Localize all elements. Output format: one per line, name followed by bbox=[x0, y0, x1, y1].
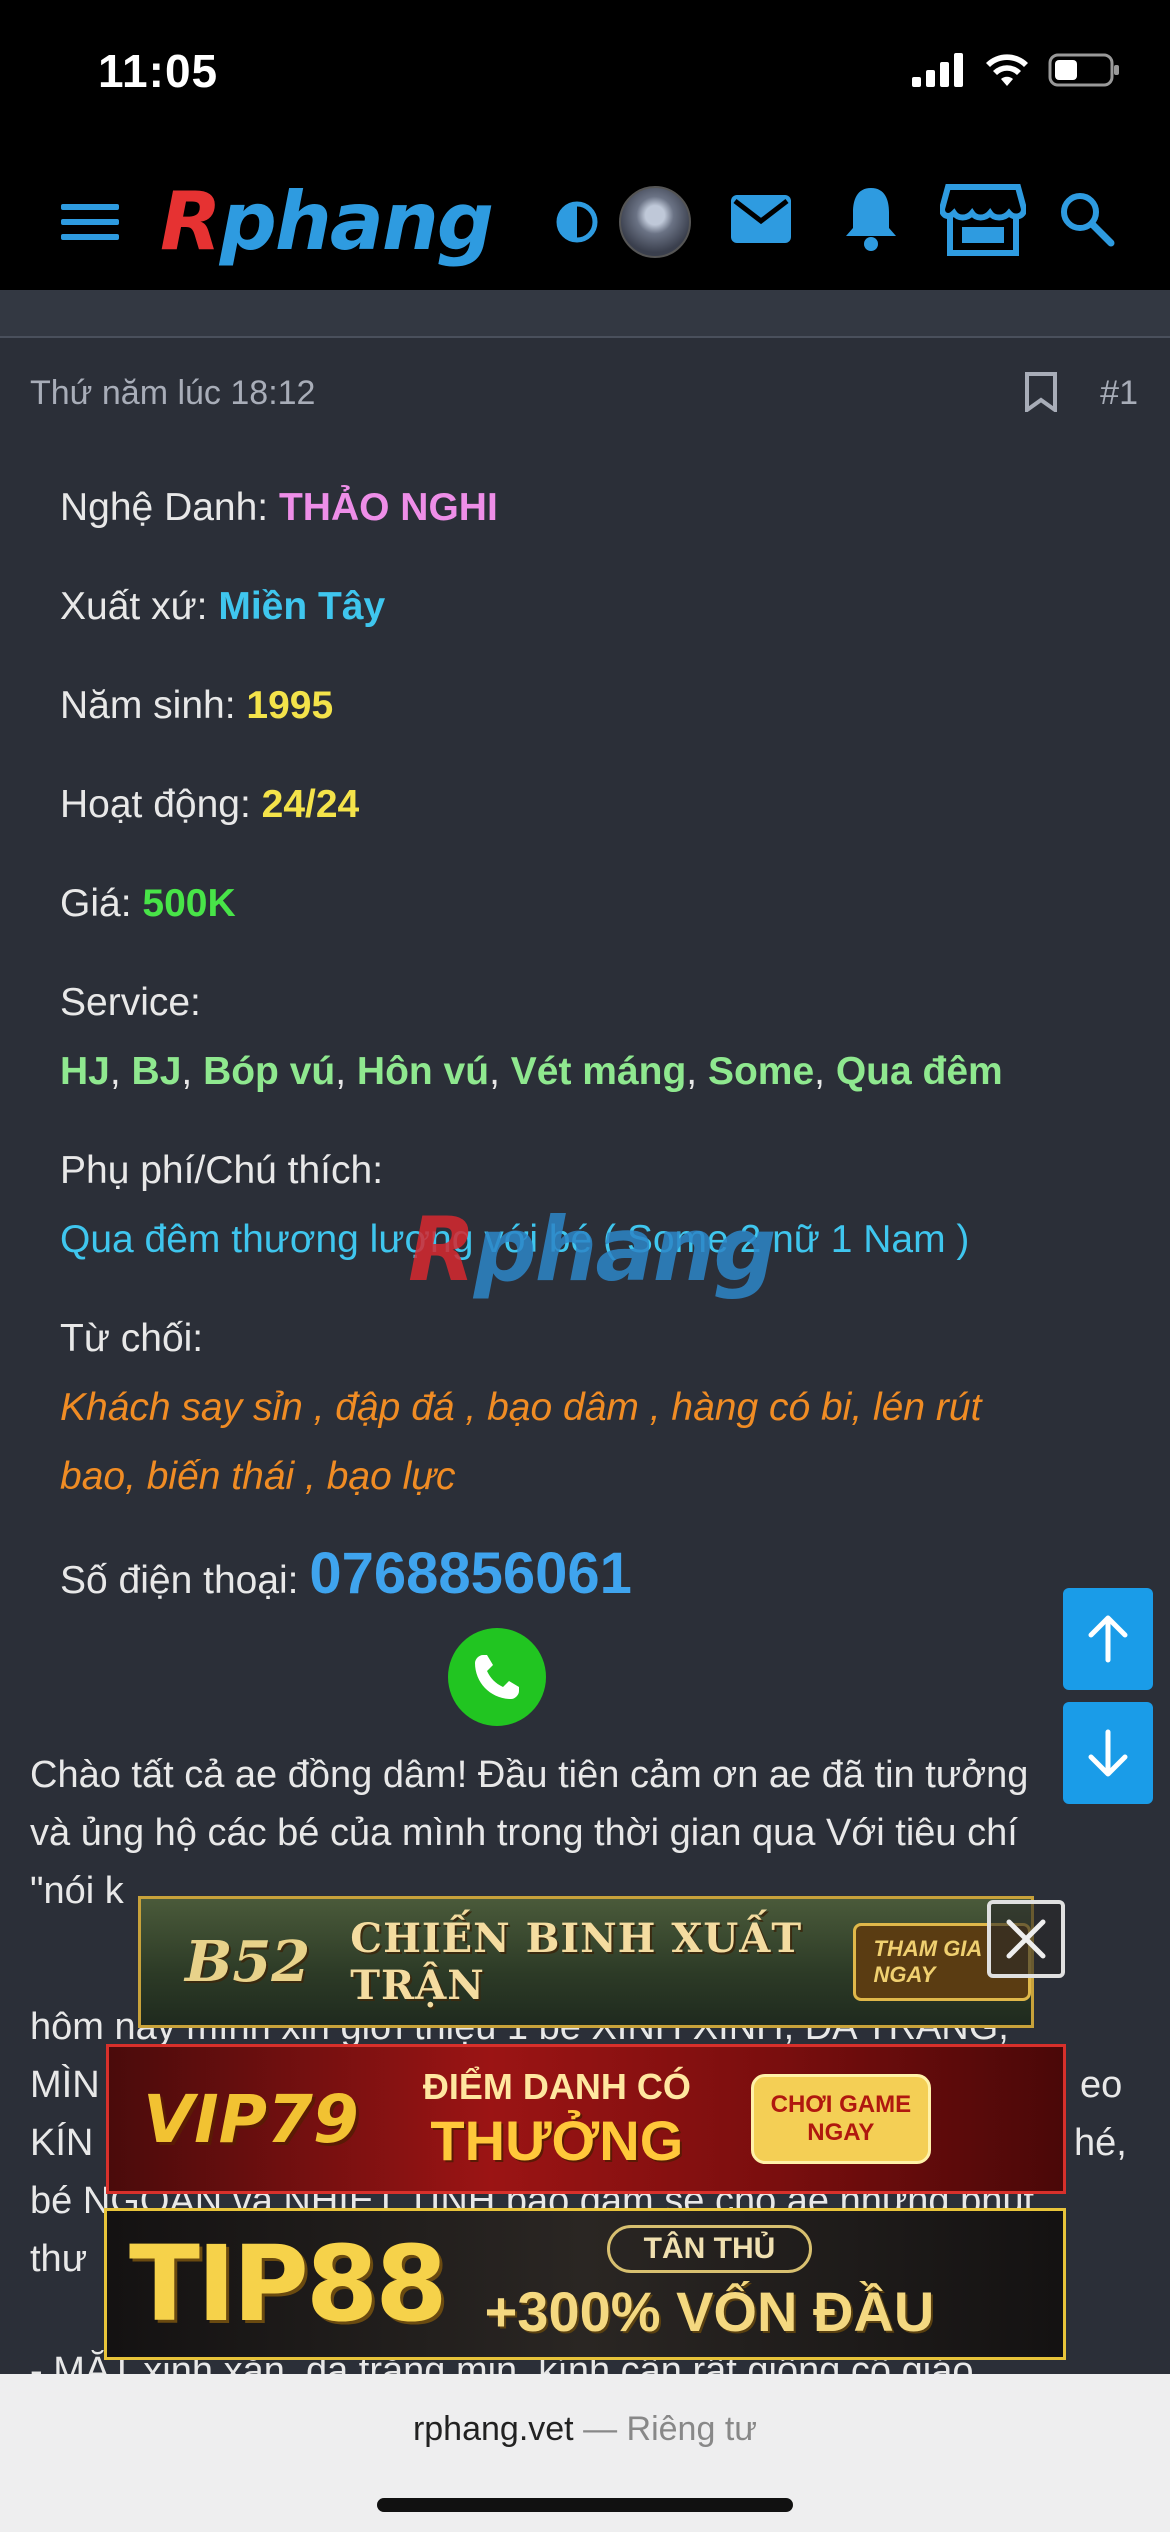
status-icons bbox=[912, 52, 1120, 88]
body-line: eo bbox=[1080, 2064, 1123, 2106]
stage-name-value: THẢO NGHI bbox=[278, 486, 498, 529]
services-line: HJ, BJ, Bóp vú, Hôn vú, Vét máng, Some, … bbox=[60, 1050, 1003, 1093]
service-item: Vét máng bbox=[510, 1050, 687, 1093]
b52-logo: B52 bbox=[185, 1929, 311, 1995]
url-display[interactable]: rphang.vet — Riêng tư bbox=[0, 2410, 1170, 2449]
close-ad-button[interactable] bbox=[987, 1900, 1065, 1978]
price-line: Giá: 500K bbox=[60, 882, 236, 925]
active-line: Hoạt động: 24/24 bbox=[60, 783, 360, 826]
avatar bbox=[619, 186, 691, 258]
vip-logo: VIP79 bbox=[143, 2080, 359, 2158]
battery-icon bbox=[1048, 53, 1119, 87]
mail-icon[interactable] bbox=[728, 186, 794, 252]
body-line: "nói k bbox=[30, 1870, 124, 1912]
ad-banner-tip88[interactable]: TIP88 TÂN THỦ +300% VỐN ĐẦU bbox=[104, 2208, 1066, 2360]
b52-headline: CHIẾN BINH XUẤT TRẬN bbox=[350, 1915, 803, 2009]
body-line: thư bbox=[30, 2238, 88, 2280]
extra-label: Phụ phí/Chú thích: bbox=[60, 1149, 384, 1192]
status-bar: 11:05 bbox=[0, 0, 1170, 150]
search-icon[interactable] bbox=[1054, 186, 1118, 250]
body-line: hé, bbox=[1074, 2122, 1127, 2164]
birth-line: Năm sinh: 1995 bbox=[60, 684, 334, 727]
vip-headline: ĐIỂM DANH CÓ THƯỞNG bbox=[422, 2065, 691, 2172]
reject-line-1: Khách say sỉn , đập đá , bạo dâm , hàng … bbox=[60, 1386, 982, 1429]
service-label: Service: bbox=[60, 981, 201, 1024]
site-logo[interactable]: Rphang bbox=[160, 175, 494, 268]
ad-banner-vip79[interactable]: VIP79 ĐIỂM DANH CÓ THƯỞNG CHƠI GAME NGAY bbox=[106, 2044, 1066, 2194]
tip-offer: TÂN THỦ +300% VỐN ĐẦU bbox=[484, 2224, 935, 2344]
origin-value: Miền Tây bbox=[218, 585, 386, 628]
arrow-down-icon bbox=[1088, 1729, 1128, 1777]
phone-line: Số điện thoại: 0768856061 bbox=[60, 1541, 632, 1606]
call-button[interactable] bbox=[448, 1628, 546, 1726]
scroll-top-button[interactable] bbox=[1063, 1588, 1153, 1690]
home-indicator[interactable] bbox=[377, 2498, 793, 2512]
post-timestamp[interactable]: Thứ năm lúc 18:12 bbox=[30, 374, 315, 413]
body-line: và ủng hộ các bé của mình trong thời gia… bbox=[30, 1812, 1018, 1854]
service-item: HJ bbox=[60, 1050, 110, 1093]
close-icon bbox=[1006, 1919, 1046, 1959]
price-value: 500K bbox=[142, 882, 236, 925]
store-icon[interactable] bbox=[938, 180, 1028, 260]
body-line: Chào tất cả ae đồng dâm! Đầu tiên cảm ơn… bbox=[30, 1754, 1029, 1796]
arrow-up-icon bbox=[1088, 1615, 1128, 1663]
tip-logo: TIP88 bbox=[129, 2223, 448, 2345]
service-item: Hôn vú bbox=[356, 1050, 490, 1093]
service-item: Bóp vú bbox=[203, 1050, 336, 1093]
vip-cta: CHƠI GAME NGAY bbox=[750, 2074, 931, 2164]
active-value: 24/24 bbox=[261, 783, 360, 826]
tip-badge: TÂN THỦ bbox=[606, 2224, 813, 2273]
reject-line-2: bao, biến thái , bạo lực bbox=[60, 1455, 456, 1498]
theme-toggle-icon[interactable] bbox=[552, 192, 602, 252]
user-avatar[interactable] bbox=[617, 184, 693, 260]
watermark-logo: Rphang bbox=[408, 1198, 776, 1301]
scroll-bottom-button[interactable] bbox=[1063, 1702, 1153, 1804]
phone-number[interactable]: 0768856061 bbox=[309, 1541, 632, 1606]
post-number[interactable]: #1 bbox=[1100, 374, 1138, 413]
bell-icon[interactable] bbox=[838, 180, 904, 256]
body-line: MÌN bbox=[30, 2064, 100, 2106]
section-divider bbox=[0, 290, 1170, 338]
signal-icon bbox=[912, 53, 963, 87]
ad-banner-b52[interactable]: B52 CHIẾN BINH XUẤT TRẬN THAM GIA NGAY bbox=[138, 1896, 1034, 2028]
stage-name-line: Nghệ Danh: THẢO NGHI bbox=[60, 486, 498, 529]
reject-label: Từ chối: bbox=[60, 1317, 204, 1360]
bookmark-icon[interactable] bbox=[1023, 372, 1059, 417]
nav-bar: Rphang bbox=[0, 150, 1170, 290]
service-item: Some bbox=[707, 1050, 815, 1093]
wifi-icon bbox=[986, 54, 1028, 86]
birth-value: 1995 bbox=[246, 684, 334, 727]
browser-bottom-bar: rphang.vet — Riêng tư bbox=[0, 2374, 1170, 2532]
service-item: BJ bbox=[131, 1050, 182, 1093]
body-line: KÍN bbox=[30, 2122, 94, 2164]
status-time: 11:05 bbox=[98, 45, 219, 97]
phone-icon bbox=[475, 1655, 519, 1699]
menu-icon[interactable] bbox=[58, 190, 122, 254]
tip-headline: +300% VỐN ĐẦU bbox=[484, 2279, 935, 2343]
service-item: Qua đêm bbox=[835, 1050, 1003, 1093]
origin-line: Xuất xứ: Miền Tây bbox=[60, 585, 386, 628]
